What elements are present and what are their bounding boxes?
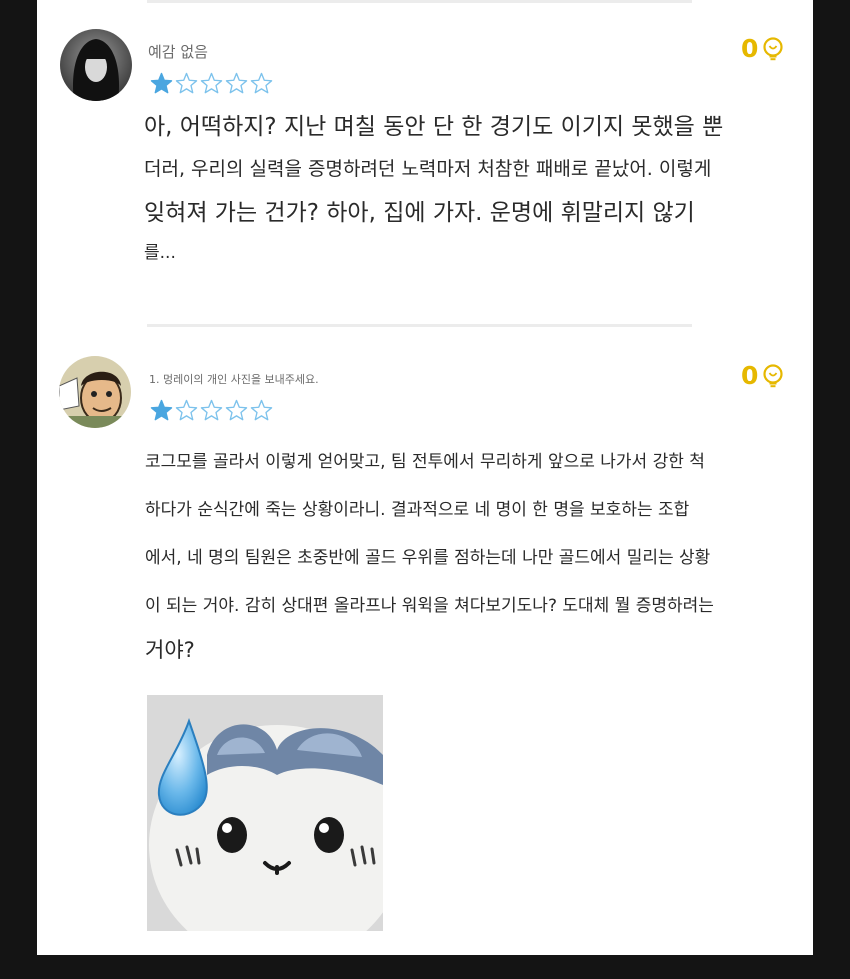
like-count: 0 xyxy=(741,361,759,390)
star-empty-icon xyxy=(225,399,248,421)
star-filled-icon xyxy=(150,72,173,94)
review-text: 코그모를 골라서 이렇게 얻어맞고, 팀 전투에서 무리하게 앞으로 나가서 강… xyxy=(145,444,785,668)
review-text-line: 아, 어떡하지? 지난 며칠 동안 단 한 경기도 이기지 못했을 뿐 xyxy=(144,114,724,140)
hamster-sticker-image xyxy=(147,695,383,931)
star-filled-icon xyxy=(150,399,173,421)
star-empty-icon xyxy=(200,399,223,421)
review-text: 아, 어떡하지? 지난 며칠 동안 단 한 경기도 이기지 못했을 뿐 더러, … xyxy=(144,112,784,266)
lightbulb-icon xyxy=(763,363,784,387)
star-rating xyxy=(150,399,273,422)
star-empty-icon xyxy=(200,72,223,94)
avatar-dark-hair xyxy=(60,29,132,101)
star-empty-icon xyxy=(225,72,248,94)
review-text-line: 에서, 네 명의 팀원은 초중반에 골드 우위를 점하는데 나만 골드에서 밀리… xyxy=(145,548,711,568)
review-text-line: 거야? xyxy=(145,638,195,662)
reviewer-username: 예감 없음 xyxy=(148,43,208,61)
lightbulb-icon xyxy=(763,36,784,60)
review-divider xyxy=(147,324,692,327)
like-button[interactable]: 0 xyxy=(741,363,784,388)
star-rating xyxy=(150,72,273,95)
reviews-card: 예감 없음 0 아, 어떡하지? 지난 며칠 동안 단 한 경기도 이기지 못했… xyxy=(37,0,813,955)
like-count: 0 xyxy=(741,34,759,63)
review-text-line: 하다가 순식간에 죽는 상황이라니. 결과적으로 네 명이 한 명을 보호하는 … xyxy=(145,500,690,520)
sweating-hamster-sticker xyxy=(147,695,383,931)
review-text-line: 더러, 우리의 실력을 증명하려던 노력마저 처참한 패배로 끝났어. 이렇게 xyxy=(144,158,712,180)
reviewer-avatar[interactable] xyxy=(60,29,132,101)
star-empty-icon xyxy=(175,72,198,94)
star-empty-icon xyxy=(250,399,273,421)
top-divider xyxy=(147,0,692,3)
review-text-line: 를... xyxy=(144,243,176,263)
review-text-line: 코그모를 골라서 이렇게 얻어맞고, 팀 전투에서 무리하게 앞으로 나가서 강… xyxy=(145,452,705,472)
like-button[interactable]: 0 xyxy=(741,36,784,61)
reviewer-avatar[interactable] xyxy=(59,356,131,428)
review-text-line: 이 되는 거야. 감히 상대편 올라프나 워윅을 쳐다보기도나? 도대체 뭘 증… xyxy=(145,596,714,616)
star-empty-icon xyxy=(250,72,273,94)
review-text-line: 잊혀져 가는 건가? 하아, 집에 가자. 운명에 휘말리지 않기 xyxy=(144,200,695,226)
reviewer-username: 1. 멍레이의 개인 사진을 보내주세요. xyxy=(149,373,319,386)
star-empty-icon xyxy=(175,399,198,421)
avatar-cartoon xyxy=(59,356,131,428)
